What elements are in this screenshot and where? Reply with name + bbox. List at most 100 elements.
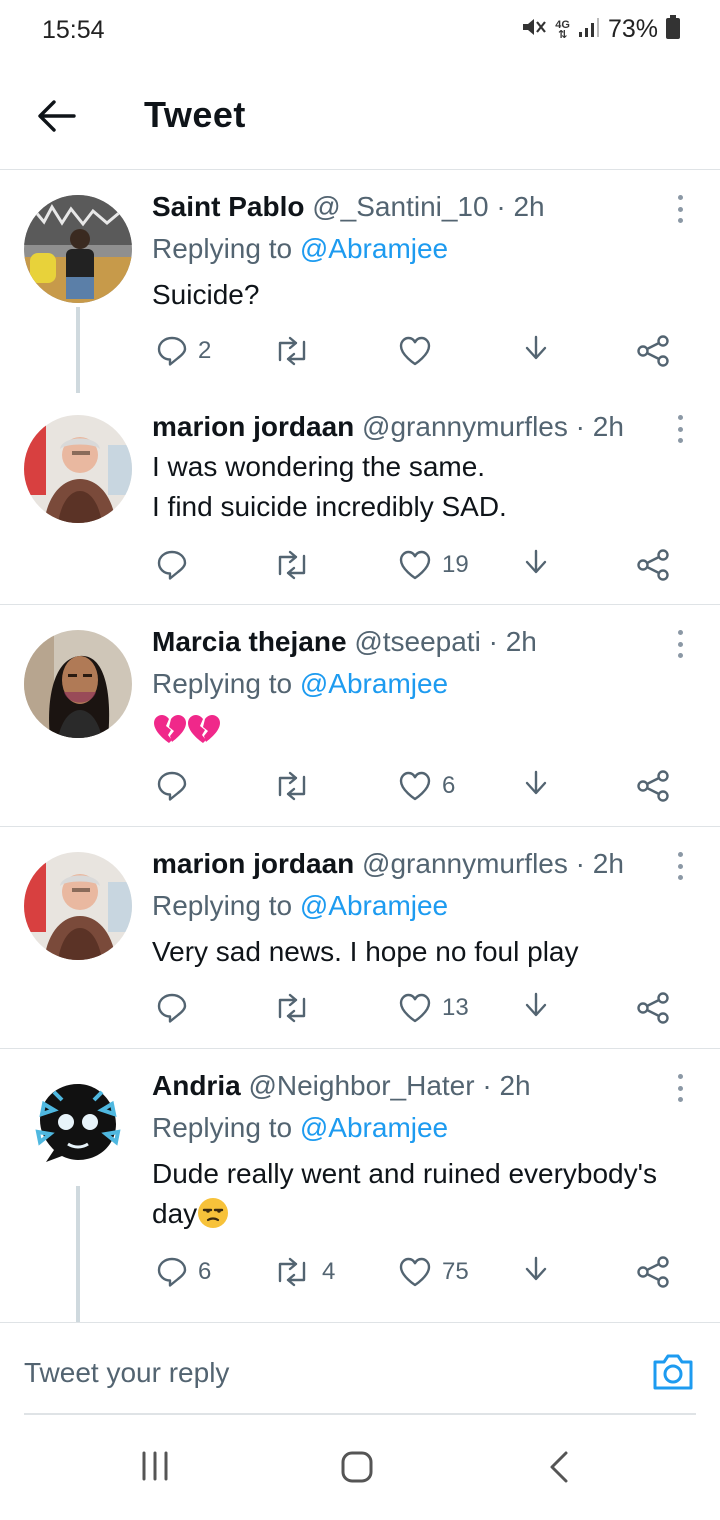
- mention-link[interactable]: @Abramjee: [300, 890, 448, 921]
- tweet-actions: 2: [152, 331, 692, 371]
- display-name[interactable]: Andria: [152, 1070, 241, 1101]
- mention-link[interactable]: @Abramjee: [300, 233, 448, 264]
- reply-button[interactable]: [156, 766, 198, 806]
- display-name[interactable]: Marcia thejane: [152, 626, 347, 657]
- download-icon: [525, 335, 547, 360]
- signal-icon: [578, 16, 600, 43]
- retweet-button[interactable]: [272, 545, 322, 585]
- tweet-item[interactable]: marion jordaan @grannymurfles · 2h Reply…: [0, 828, 720, 1049]
- share-icon: [637, 549, 669, 581]
- heart-icon: [399, 550, 431, 580]
- like-button[interactable]: 13: [398, 988, 469, 1028]
- reply-count: 6: [198, 1258, 212, 1285]
- replying-to: Replying to @Abramjee: [152, 890, 448, 922]
- tweet-header: marion jordaan @grannymurfles · 2h: [152, 411, 670, 443]
- avatar[interactable]: [24, 195, 132, 303]
- thread-line: [76, 1186, 80, 1322]
- share-button[interactable]: [636, 1252, 670, 1292]
- retweet-icon: [278, 336, 306, 366]
- tweet-time: · 2h: [488, 626, 537, 657]
- download-button[interactable]: [520, 1252, 552, 1292]
- camera-button[interactable]: [652, 1353, 694, 1396]
- avatar[interactable]: [24, 415, 132, 523]
- download-button[interactable]: [520, 766, 552, 806]
- like-button[interactable]: 75: [398, 1252, 469, 1292]
- replying-label: Replying to: [152, 890, 293, 921]
- tweet-header: Marcia thejane @tseepati · 2h: [152, 626, 670, 658]
- mute-icon: [521, 16, 547, 43]
- retweet-icon: [278, 771, 306, 801]
- reply-icon: [157, 771, 187, 801]
- display-name[interactable]: Saint Pablo: [152, 191, 304, 222]
- display-name[interactable]: marion jordaan: [152, 411, 354, 442]
- more-options-button[interactable]: [670, 411, 690, 447]
- more-options-button[interactable]: [670, 1070, 690, 1106]
- avatar[interactable]: [24, 630, 132, 738]
- retweet-button[interactable]: 4: [272, 1252, 335, 1292]
- recent-apps-button[interactable]: [138, 1450, 172, 1487]
- more-options-button[interactable]: [670, 626, 690, 662]
- share-button[interactable]: [636, 988, 670, 1028]
- reply-button[interactable]: 2: [156, 331, 211, 371]
- tweet-text: Suicide?: [152, 279, 260, 310]
- like-button[interactable]: [398, 331, 442, 371]
- page-title: Tweet: [144, 94, 246, 135]
- tweet-item[interactable]: Andria @Neighbor_Hater · 2h Replying to …: [0, 1050, 720, 1322]
- tweet-header: Andria @Neighbor_Hater · 2h: [152, 1070, 670, 1102]
- user-handle[interactable]: @Neighbor_Hater: [248, 1070, 474, 1101]
- user-handle[interactable]: @tseepati: [354, 626, 481, 657]
- download-button[interactable]: [520, 988, 552, 1028]
- home-button[interactable]: [340, 1450, 374, 1489]
- like-button[interactable]: 6: [398, 766, 455, 806]
- retweet-button[interactable]: [272, 988, 322, 1028]
- nav-back-button[interactable]: [546, 1450, 572, 1489]
- user-handle[interactable]: @grannymurfles: [362, 848, 568, 879]
- status-time: 15:54: [42, 16, 105, 44]
- share-icon: [637, 335, 669, 367]
- tweet-item[interactable]: marion jordaan @grannymurfles · 2h I was…: [0, 393, 720, 605]
- heart-icon: [399, 336, 431, 366]
- network-4g-icon: 4G ⇅: [555, 18, 570, 41]
- reply-button[interactable]: [156, 545, 198, 585]
- more-options-button[interactable]: [670, 191, 690, 227]
- replying-label: Replying to: [152, 233, 293, 264]
- nav-back-icon: [550, 1451, 568, 1483]
- back-button[interactable]: [28, 88, 84, 144]
- display-name[interactable]: marion jordaan: [152, 848, 354, 879]
- user-handle[interactable]: @_Santini_10: [312, 191, 488, 222]
- tweet-text-line: I find suicide incredibly SAD.: [152, 491, 507, 522]
- download-button[interactable]: [520, 545, 552, 585]
- camera-icon: [653, 1354, 693, 1390]
- tweet-item[interactable]: Saint Pablo @_Santini_10 · 2h Replying t…: [0, 171, 720, 393]
- avatar[interactable]: [24, 1074, 132, 1182]
- avatar[interactable]: [24, 852, 132, 960]
- reply-button[interactable]: [156, 988, 198, 1028]
- replying-to: Replying to @Abramjee: [152, 233, 448, 265]
- back-arrow-icon: [38, 100, 76, 132]
- battery-percent: 73%: [607, 15, 658, 43]
- mention-link[interactable]: @Abramjee: [300, 1112, 448, 1143]
- share-button[interactable]: [636, 331, 670, 371]
- user-handle[interactable]: @grannymurfles: [362, 411, 568, 442]
- retweet-button[interactable]: [272, 766, 322, 806]
- replying-label: Replying to: [152, 1112, 293, 1143]
- status-bar: 15:54 4G ⇅ 73%: [0, 0, 720, 62]
- reply-button[interactable]: 6: [156, 1252, 211, 1292]
- tweet-actions: 13: [152, 988, 692, 1028]
- like-count: 75: [442, 1258, 469, 1285]
- share-button[interactable]: [636, 545, 670, 585]
- retweet-icon: [278, 550, 306, 580]
- retweet-button[interactable]: [272, 331, 322, 371]
- reply-input[interactable]: Tweet your reply: [24, 1357, 229, 1389]
- thread-line: [76, 307, 80, 393]
- recent-apps-icon: [142, 1451, 168, 1481]
- tweet-text: Dude really went and ruined everybody's …: [152, 1154, 700, 1240]
- tweet-item[interactable]: Marcia thejane @tseepati · 2h Replying t…: [0, 606, 720, 827]
- download-icon: [525, 770, 547, 795]
- download-button[interactable]: [520, 331, 552, 371]
- more-options-button[interactable]: [670, 848, 690, 884]
- like-button[interactable]: 19: [398, 545, 469, 585]
- share-button[interactable]: [636, 766, 670, 806]
- reply-icon: [157, 1257, 187, 1287]
- mention-link[interactable]: @Abramjee: [300, 668, 448, 699]
